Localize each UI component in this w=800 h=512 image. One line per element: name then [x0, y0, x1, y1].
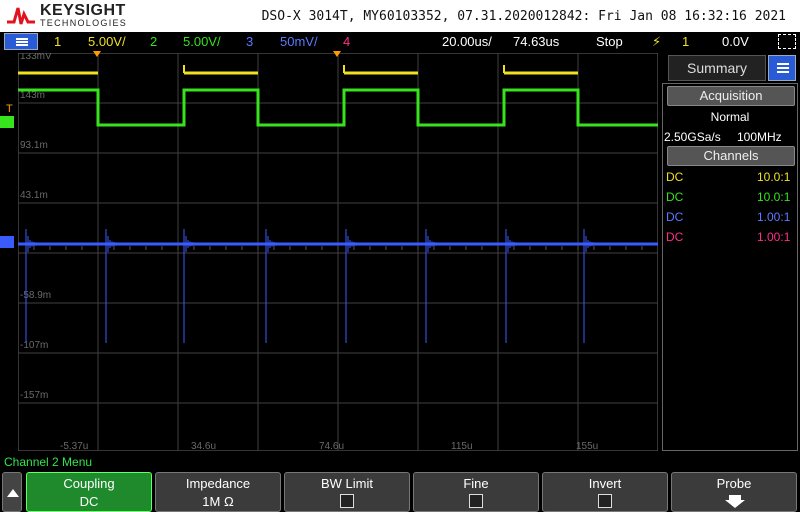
ch3-scale[interactable]: 50mV/ — [280, 34, 318, 49]
ch1-coupling: DC — [666, 170, 684, 184]
fine-softkey[interactable]: Fine — [413, 472, 539, 512]
status-bar: 1 5.00V/ 2 5.00V/ 3 50mV/ 4 20.00us/ 74.… — [0, 32, 800, 51]
ch4-probe: 1.00:1 — [757, 230, 791, 244]
summary-panel: Acquisition Normal 2.50GSa/s 100MHz Chan… — [662, 83, 798, 451]
invert-checkbox[interactable] — [598, 494, 612, 508]
coupling-label: Coupling — [63, 476, 115, 491]
ch3-probe: 1.00:1 — [757, 210, 791, 224]
run-state[interactable]: Stop — [596, 34, 623, 49]
coupling-softkey[interactable]: Coupling DC — [26, 472, 152, 512]
ch1-probe: 10.0:1 — [757, 170, 791, 184]
acquisition-mode: Normal — [710, 110, 750, 124]
probe-softkey[interactable]: Probe — [671, 472, 797, 512]
x-axis-label: -5.37u — [60, 441, 88, 451]
keysight-wave-icon — [7, 7, 35, 25]
y-axis-label: -58.9m — [20, 290, 51, 301]
side-panel: Summary Acquisition Normal 2.50GSa/s 100… — [660, 53, 800, 453]
ch2-number[interactable]: 2 — [150, 34, 157, 49]
instrument-title: DSO-X 3014T, MY60103352, 07.31.202001284… — [261, 9, 786, 24]
x-axis-label: 34.6u — [191, 441, 216, 451]
down-arrow-icon — [725, 495, 745, 508]
header-bar: KEYSIGHT TECHNOLOGIES DSO-X 3014T, MY601… — [0, 0, 800, 32]
impedance-label: Impedance — [185, 476, 251, 491]
up-arrow-icon — [7, 489, 19, 497]
trigger-position-markers — [93, 51, 341, 57]
y-axis-label: 43.1m — [20, 190, 48, 201]
ch3-coupling: DC — [666, 210, 684, 224]
probe-label: Probe — [716, 476, 752, 491]
impedance-value: 1M Ω — [202, 494, 234, 509]
y-axis-label: -107m — [20, 340, 48, 351]
y-axis-label: 133mV — [20, 53, 52, 62]
brand-subtitle: TECHNOLOGIES — [40, 18, 128, 28]
trigger-channel[interactable]: 1 — [682, 34, 689, 49]
channel-markers: T — [0, 103, 14, 248]
impedance-softkey[interactable]: Impedance 1M Ω — [155, 472, 281, 512]
channels-header: Channels — [667, 146, 795, 166]
bw-limit-checkbox[interactable] — [340, 494, 354, 508]
summary-tab[interactable]: Summary — [668, 55, 766, 81]
keysight-logo: KEYSIGHT TECHNOLOGIES — [6, 2, 136, 30]
ch4-number[interactable]: 4 — [343, 34, 350, 49]
ch2-ground-marker[interactable] — [0, 116, 14, 128]
ch3-number[interactable]: 3 — [246, 34, 253, 49]
y-axis-label: -157m — [20, 390, 48, 401]
x-axis-label: 74.6u — [319, 441, 344, 451]
ch1-scale[interactable]: 5.00V/ — [88, 34, 126, 49]
trigger-edge-icon: ⚡ — [652, 34, 662, 49]
coupling-value: DC — [79, 494, 99, 509]
ch2-scale[interactable]: 5.00V/ — [183, 34, 221, 49]
main-menu-button[interactable] — [4, 33, 38, 50]
y-axis-label: 143m — [20, 90, 45, 101]
ch2-coupling: DC — [666, 190, 684, 204]
sample-rate: 2.50GSa/s — [664, 130, 721, 144]
timebase[interactable]: 20.00us/ — [442, 34, 492, 49]
back-button[interactable] — [2, 472, 22, 512]
ch4-coupling: DC — [666, 230, 684, 244]
screen-select-icon[interactable] — [778, 34, 796, 49]
ch1-number[interactable]: 1 — [54, 34, 61, 49]
fine-checkbox[interactable] — [469, 494, 483, 508]
bandwidth: 100MHz — [737, 130, 782, 144]
x-axis-label: 155u — [576, 441, 598, 451]
y-axis-label: 93.1m — [20, 140, 48, 151]
delay[interactable]: 74.63us — [513, 34, 559, 49]
bw-limit-label: BW Limit — [321, 476, 373, 491]
acquisition-header: Acquisition — [667, 86, 795, 106]
bw-limit-softkey[interactable]: BW Limit — [284, 472, 410, 512]
softkey-bar: Coupling DC Impedance 1M Ω BW Limit Fine… — [0, 472, 800, 512]
menu-title: Channel 2 Menu — [4, 455, 93, 469]
invert-label: Invert — [588, 476, 622, 491]
side-menu-icon[interactable] — [768, 55, 796, 81]
x-axis-label: 115u — [451, 441, 473, 451]
trigger-level-marker: T — [6, 103, 13, 115]
waveform-display[interactable]: 133mV 143m 93.1m 43.1m -58.9m -107m -157m -5.37… — [18, 53, 658, 451]
invert-softkey[interactable]: Invert — [542, 472, 668, 512]
fine-label: Fine — [463, 476, 489, 491]
ch3-ground-marker[interactable] — [0, 236, 14, 248]
trigger-level[interactable]: 0.0V — [722, 34, 749, 49]
ch2-probe: 10.0:1 — [757, 190, 791, 204]
